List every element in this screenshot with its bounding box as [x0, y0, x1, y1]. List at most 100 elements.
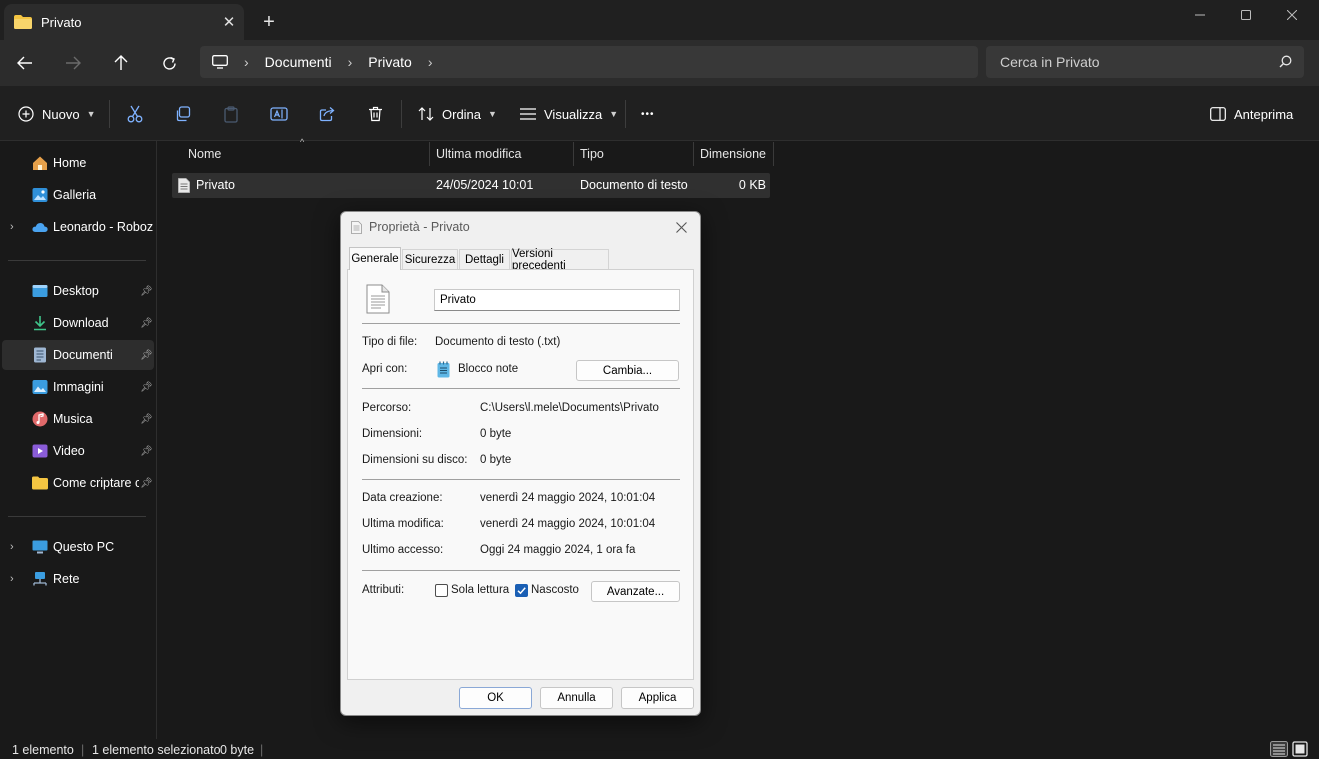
selection-size: 0 byte — [220, 743, 255, 757]
list-view-icon — [520, 108, 536, 120]
music-icon — [32, 411, 48, 427]
sidebar-item-galleria[interactable]: Galleria — [0, 180, 156, 210]
hidden-label: Nascosto — [531, 584, 579, 596]
hidden-checkbox[interactable] — [515, 584, 528, 597]
sidebar-item-onedrive[interactable]: › Leonardo - Roboze — [0, 212, 156, 242]
search-icon[interactable] — [1279, 55, 1292, 68]
back-arrow-icon[interactable] — [9, 48, 41, 78]
divider — [625, 100, 626, 128]
pin-icon[interactable]: 📌︎ — [140, 446, 153, 457]
apply-button[interactable]: Applica — [621, 687, 694, 709]
gallery-icon — [32, 188, 48, 202]
title-bar: Privato ✕ + — [0, 0, 1319, 40]
tab-dettagli[interactable]: Dettagli — [459, 249, 510, 269]
up-arrow-icon[interactable] — [105, 48, 137, 78]
rename-icon[interactable] — [265, 100, 293, 128]
address-bar[interactable]: › Documenti › Privato › — [200, 46, 978, 78]
sidebar-item-folder[interactable]: Come criptare c 📌︎ — [0, 468, 156, 498]
chevron-right-icon[interactable]: › — [10, 221, 14, 233]
column-header-type[interactable]: Tipo — [574, 142, 694, 166]
sidebar-item-video[interactable]: Video 📌︎ — [0, 436, 156, 466]
disk-size-value: 0 byte — [480, 454, 512, 466]
readonly-label: Sola lettura — [451, 584, 510, 596]
command-bar: Nuovo ▼ Ordina ▼ Visualizza ▼ ••• Antepr… — [0, 86, 1319, 141]
folder-icon — [14, 15, 32, 29]
folder-icon — [32, 476, 48, 490]
view-label: Visualizza — [544, 106, 603, 122]
close-tab-icon[interactable]: ✕ — [214, 13, 244, 31]
column-header-modified[interactable]: Ultima modifica — [430, 142, 574, 166]
path-label: Percorso: — [362, 402, 412, 414]
size-label: Dimensioni: — [362, 428, 423, 440]
modified-label: Ultima modifica: — [362, 518, 444, 530]
chevron-down-icon: ▼ — [488, 109, 497, 119]
sidebar-item-home[interactable]: Home — [0, 148, 156, 178]
readonly-checkbox[interactable] — [435, 584, 448, 597]
tab-sicurezza[interactable]: Sicurezza — [402, 249, 458, 269]
status-bar: 1 elemento | 1 elemento selezionato 0 by… — [0, 739, 1319, 759]
pin-icon[interactable]: 📌︎ — [140, 414, 153, 425]
home-icon — [33, 156, 47, 170]
advanced-button[interactable]: Avanzate... — [591, 581, 680, 602]
divider — [109, 100, 110, 128]
dialog-title-bar: Proprietà - Privato — [351, 219, 470, 235]
preview-pane-button[interactable]: Anteprima — [1210, 100, 1293, 128]
sidebar-item-download[interactable]: Download 📌︎ — [0, 308, 156, 338]
delete-icon[interactable] — [361, 100, 389, 128]
new-tab-button[interactable]: + — [255, 8, 283, 36]
chevron-down-icon: ▼ — [609, 109, 619, 119]
sidebar-item-desktop[interactable]: Desktop 📌︎ — [0, 276, 156, 306]
sidebar-item-musica[interactable]: Musica 📌︎ — [0, 404, 156, 434]
file-name-field[interactable] — [434, 289, 680, 311]
chevron-right-icon[interactable]: › — [10, 573, 14, 585]
tab-generale[interactable]: Generale — [349, 247, 401, 270]
column-header-size[interactable]: Dimensione — [694, 142, 774, 166]
change-button[interactable]: Cambia... — [576, 360, 679, 381]
maximize-icon[interactable] — [1223, 0, 1269, 30]
pin-icon[interactable]: 📌︎ — [140, 478, 153, 489]
pin-icon[interactable]: 📌︎ — [140, 350, 153, 361]
pin-icon[interactable]: 📌︎ — [140, 382, 153, 393]
pin-icon[interactable]: 📌︎ — [140, 318, 153, 329]
copy-icon[interactable] — [169, 100, 197, 128]
open-with-value: Blocco note — [458, 363, 519, 375]
cut-icon[interactable] — [121, 100, 149, 128]
new-button[interactable]: Nuovo ▼ — [18, 100, 96, 128]
cancel-button[interactable]: Annulla — [540, 687, 613, 709]
chevron-right-icon[interactable]: › — [10, 541, 14, 553]
tiles-view-icon[interactable] — [1292, 741, 1308, 757]
share-icon[interactable] — [313, 100, 341, 128]
minimize-icon[interactable] — [1177, 0, 1223, 30]
file-type-label: Tipo di file: — [362, 336, 418, 348]
checkmark-icon — [517, 587, 526, 595]
search-input[interactable] — [1000, 54, 1270, 70]
sidebar-item-documenti[interactable]: Documenti 📌︎ — [2, 340, 154, 370]
forward-arrow-icon[interactable] — [57, 48, 89, 78]
close-window-icon[interactable] — [1269, 0, 1315, 30]
tab-privato[interactable]: Privato ✕ — [4, 4, 244, 40]
file-type: Documento di testo — [580, 178, 688, 192]
close-icon[interactable] — [670, 216, 692, 238]
breadcrumb-documenti[interactable]: Documenti — [265, 54, 332, 70]
column-header-name[interactable]: Nome — [182, 142, 430, 166]
tab-versioni-precedenti[interactable]: Versioni precedenti — [511, 248, 609, 272]
more-options-icon[interactable]: ••• — [641, 100, 655, 128]
pin-icon[interactable]: 📌︎ — [140, 286, 153, 297]
view-button[interactable]: Visualizza ▼ — [520, 100, 618, 128]
sidebar-item-rete[interactable]: › Rete — [0, 564, 156, 594]
refresh-icon[interactable] — [153, 48, 185, 78]
breadcrumb-separator: › — [347, 54, 353, 70]
breadcrumb-privato[interactable]: Privato — [368, 54, 412, 70]
divider — [362, 388, 680, 389]
ok-button[interactable]: OK — [459, 687, 532, 709]
plus-circle-icon — [18, 106, 34, 122]
breadcrumb-separator[interactable]: › — [428, 54, 433, 70]
sort-button[interactable]: Ordina ▼ — [418, 100, 497, 128]
paste-icon[interactable] — [217, 100, 245, 128]
sidebar-item-questo-pc[interactable]: › Questo PC — [0, 532, 156, 562]
sort-label: Ordina — [442, 106, 482, 122]
created-value: venerdì 24 maggio 2024, 10:01:04 — [480, 492, 656, 504]
details-view-icon[interactable] — [1270, 741, 1288, 757]
table-row[interactable]: Privato 24/05/2024 10:01 Documento di te… — [172, 173, 770, 198]
sidebar-item-immagini[interactable]: Immagini 📌︎ — [0, 372, 156, 402]
